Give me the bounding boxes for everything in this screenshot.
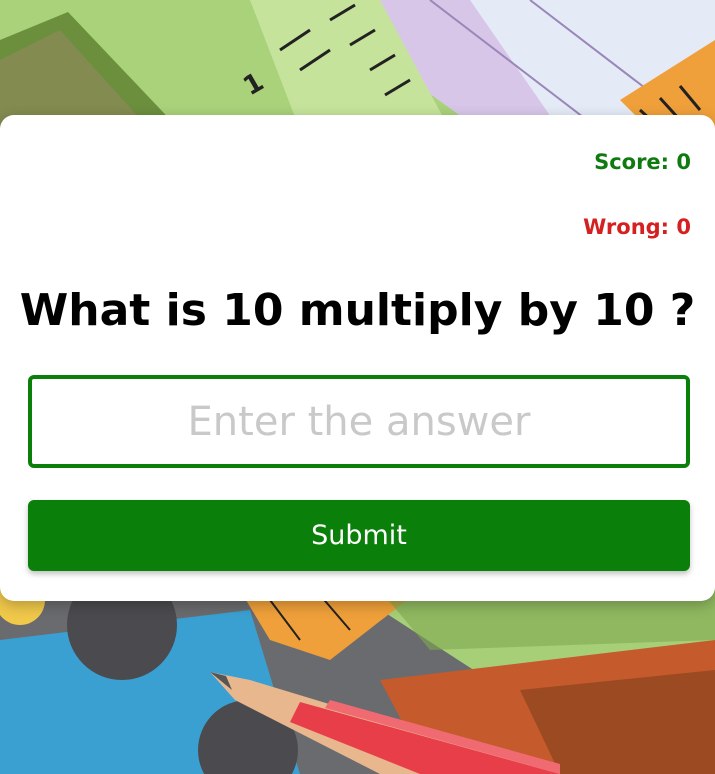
score-label: Score: 0 bbox=[594, 150, 691, 174]
submit-button[interactable]: Submit bbox=[28, 500, 690, 571]
quiz-card: Score: 0 Wrong: 0 What is 10 multiply by… bbox=[0, 115, 715, 601]
wrong-label: Wrong: 0 bbox=[583, 215, 691, 239]
answer-input[interactable] bbox=[28, 375, 690, 468]
question-text: What is 10 multiply by 10 ? bbox=[19, 285, 696, 336]
